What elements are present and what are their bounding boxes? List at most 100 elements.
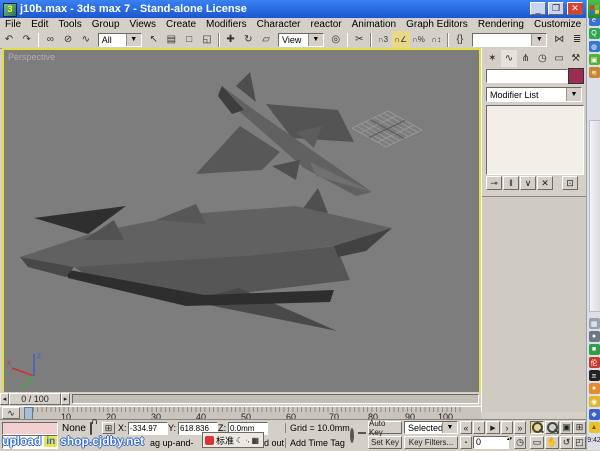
grid-helper[interactable] <box>352 111 422 147</box>
make-unique-button[interactable]: ∨ <box>520 176 536 190</box>
percent-snap-button[interactable]: ∩% <box>410 31 428 48</box>
previous-frame-button[interactable]: ‹ <box>473 421 485 434</box>
menu-tools[interactable]: Tools <box>53 18 86 31</box>
snap-toggle-button[interactable]: ∩3 <box>374 31 392 48</box>
chevron-down-icon[interactable]: ▼ <box>566 88 581 101</box>
configure-modifier-sets-button[interactable]: ⊡ <box>562 176 578 190</box>
reference-coordinate-combo[interactable]: View▼ <box>278 33 324 47</box>
menu-graph-editors[interactable]: Graph Editors <box>401 18 473 31</box>
play-button[interactable]: ▶ <box>486 421 500 434</box>
go-to-start-button[interactable]: « <box>460 421 472 434</box>
tab-modify[interactable]: ∿ <box>501 50 518 67</box>
show-end-result-button[interactable]: ‖ <box>503 176 519 190</box>
spinner-snap-button[interactable]: ∩↕ <box>427 31 445 48</box>
menu-modifiers[interactable]: Modifiers <box>201 18 252 31</box>
jet-model-lower[interactable] <box>20 188 392 331</box>
tray-icon[interactable]: ● <box>589 331 600 342</box>
chevron-down-icon[interactable]: ▼ <box>442 422 457 433</box>
slider-right-arrow[interactable]: ▸ <box>61 393 70 405</box>
tab-utilities[interactable]: ⚒ <box>567 50 584 67</box>
slider-left-arrow[interactable]: ◂ <box>0 393 9 405</box>
next-frame-button[interactable]: › <box>501 421 513 434</box>
menu-reactor[interactable]: reactor <box>306 18 347 31</box>
ime-punct-icon[interactable]: ·, <box>245 437 249 444</box>
spinner-down-icon[interactable]: ▾ <box>510 436 513 442</box>
taskbar-empty-area[interactable] <box>589 120 600 312</box>
selection-region-button[interactable]: □ <box>180 31 198 48</box>
viewport-canvas[interactable]: x y z <box>4 50 479 392</box>
perspective-viewport[interactable]: x y z Perspective <box>2 48 481 394</box>
start-button[interactable] <box>588 0 600 18</box>
tray-icon[interactable]: ◉ <box>589 396 600 407</box>
object-name-field[interactable] <box>486 69 568 83</box>
go-to-end-button[interactable]: » <box>514 421 526 434</box>
select-rotate-button[interactable]: ↻ <box>239 31 257 48</box>
tab-display[interactable]: ▭ <box>551 50 568 67</box>
key-mode-combo[interactable]: Selected▼ <box>404 421 458 434</box>
chevron-down-icon[interactable]: ▼ <box>531 34 546 46</box>
close-button[interactable]: ✕ <box>567 2 583 15</box>
tab-create[interactable]: ✶ <box>484 50 501 67</box>
key-filters-button[interactable]: Key Filters... <box>404 436 458 449</box>
tray-icon[interactable]: ❖ <box>589 409 600 420</box>
add-time-tag[interactable]: Add Time Tag <box>285 438 345 448</box>
edit-named-selections-button[interactable]: {} <box>451 31 469 48</box>
tray-icon[interactable]: ㅍ <box>589 370 600 381</box>
menu-character[interactable]: Character <box>252 18 306 31</box>
viewport-label[interactable]: Perspective <box>8 52 55 62</box>
quicklaunch-icon[interactable]: ▣ <box>589 54 600 65</box>
pin-stack-button[interactable]: ⊸ <box>486 176 502 190</box>
restore-button[interactable]: ❐ <box>548 2 564 15</box>
arc-rotate-button[interactable]: ↺ <box>560 436 573 449</box>
window-crossing-button[interactable]: ◱ <box>198 31 216 48</box>
zoom-extents-button[interactable]: ▣ <box>560 421 573 434</box>
tab-hierarchy[interactable]: ⋔ <box>517 50 534 67</box>
menu-create[interactable]: Create <box>161 18 201 31</box>
menu-file[interactable]: File <box>0 18 26 31</box>
select-object-button[interactable]: ↖ <box>145 31 163 48</box>
tab-motion[interactable]: ◷ <box>534 50 551 67</box>
mirror-button[interactable]: ⋈ <box>550 31 568 48</box>
menu-animation[interactable]: Animation <box>347 18 401 31</box>
bind-spacewarp-button[interactable]: ∿ <box>77 31 95 48</box>
menu-edit[interactable]: Edit <box>26 18 53 31</box>
selection-filter-combo[interactable]: All▼ <box>98 33 142 47</box>
chevron-down-icon[interactable]: ▼ <box>126 34 141 46</box>
modifier-stack-list[interactable] <box>486 105 584 175</box>
tray-warning-icon[interactable]: ▲ <box>589 422 600 433</box>
ime-fullhalf-icon[interactable]: ☾ <box>236 436 243 445</box>
object-color-swatch[interactable] <box>568 68 584 84</box>
current-frame-field[interactable]: 0 <box>473 436 509 449</box>
named-selection-combo[interactable]: ▼ <box>472 33 548 47</box>
mini-curve-editor-button[interactable]: ∿ <box>2 407 20 419</box>
key-mode-toggle-button[interactable]: ▪ <box>460 436 472 449</box>
ime-mode-label[interactable]: 标准 <box>216 434 234 447</box>
tray-icon[interactable]: ● <box>589 383 600 394</box>
time-slider-groove[interactable] <box>72 394 479 404</box>
use-center-button[interactable]: ◎ <box>327 31 345 48</box>
chevron-down-icon[interactable]: ▼ <box>308 34 323 46</box>
undo-button[interactable]: ↶ <box>0 31 18 48</box>
min-max-toggle-button[interactable]: ◰ <box>573 436 586 449</box>
menu-group[interactable]: Group <box>87 18 125 31</box>
ime-softkeyboard-icon[interactable]: ▦ <box>251 436 259 445</box>
time-configuration-button[interactable]: ◷ <box>514 436 526 449</box>
jet-model-upper[interactable] <box>196 72 372 196</box>
field-of-view-button[interactable]: ▭ <box>530 436 544 449</box>
align-button[interactable]: ≣ <box>568 31 586 48</box>
menu-views[interactable]: Views <box>125 18 162 31</box>
quicklaunch-icon[interactable]: Q <box>589 28 600 39</box>
remove-modifier-button[interactable]: ✕ <box>537 176 553 190</box>
frame-spinner[interactable]: ▴▾ <box>506 436 513 449</box>
quicklaunch-icon[interactable]: ≋ <box>589 67 600 78</box>
zoom-button[interactable] <box>530 421 544 434</box>
auto-key-button[interactable]: Auto Key <box>368 421 402 434</box>
select-scale-button[interactable]: ▱ <box>257 31 275 48</box>
time-slider-handle[interactable]: 0 / 100 <box>9 393 61 405</box>
zoom-extents-all-button[interactable]: ⊞ <box>573 421 586 434</box>
select-move-button[interactable]: ✚ <box>222 31 240 48</box>
ime-toolbar[interactable]: 标准 ☾ ·, ▦ <box>202 432 264 448</box>
set-key-icon[interactable] <box>350 428 354 443</box>
menu-customize[interactable]: Customize <box>529 18 586 31</box>
quicklaunch-icon[interactable]: ◍ <box>589 41 600 52</box>
